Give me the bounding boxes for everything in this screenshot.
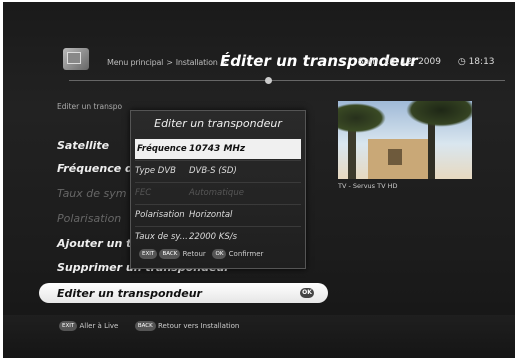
preview-channel-name: TV - Servus TV HD [338,182,398,190]
field-frequency[interactable]: Fréquence 10743 MHz [135,139,301,159]
exit-key-icon[interactable]: EXIT [139,249,158,259]
ok-key-icon: OK [300,288,314,298]
bottom-hint-bar: EXIT Aller à Live BACK Retour vers Insta… [3,315,515,358]
menu-item-frequency[interactable]: Fréquence d [57,162,133,175]
preview-palm-fronds [406,101,472,127]
time-text: 18:13 [468,57,495,67]
tv-screen: Menu principal > Installation > Éditer un t… [3,2,515,358]
header-divider [69,80,505,81]
confirm-hint-label: Confirmer [228,250,264,258]
date-time: Sam. 26. 12. 2009 ◷ 18:13 [358,57,495,67]
breadcrumb-item-installation[interactable]: Installation [176,58,218,67]
field-value: DVB-S (SD) [189,166,237,176]
field-polarisation[interactable]: Polarisation Horizontal [135,205,301,225]
ok-key-icon[interactable]: OK [212,249,227,259]
field-label: FEC [135,188,152,198]
field-value: 10743 MHz [189,144,246,154]
field-symbol-rate[interactable]: Taux de sy... 22000 KS/s [135,227,301,247]
field-label: Fréquence [137,144,187,154]
breadcrumb-item-main-menu[interactable]: Menu principal [107,58,163,67]
bottom-hints: EXIT Aller à Live BACK Retour vers Insta… [59,321,239,331]
menu-item-label: Editer un transpondeur [57,287,202,300]
exit-hint-label: Aller à Live [79,322,119,330]
clock-icon: ◷ [457,57,466,67]
back-key-icon[interactable]: BACK [134,321,156,331]
breadcrumb: Menu principal > Installation > [107,58,230,67]
header: Menu principal > Installation > Éditer un t… [63,48,505,76]
header-indicator-dot [265,77,272,84]
menu-item-symbol-rate: Taux de sym [57,187,127,200]
field-value: 22000 KS/s [189,232,238,242]
menu-item-polarisation: Polarisation [57,212,122,225]
field-value: Horizontal [189,210,233,220]
field-label: Polarisation [135,210,185,220]
field-label: Type DVB [135,166,177,176]
field-value: Automatique [189,188,244,198]
breadcrumb-separator: > [166,58,173,67]
field-fec: FEC Automatique [135,183,301,203]
menu-item-edit-transponder[interactable]: Editer un transpondeur OK [39,283,328,303]
menu-item-satellite[interactable]: Satellite [57,139,109,152]
back-key-icon[interactable]: BACK [159,249,181,259]
back-hint-label: Retour vers Installation [157,322,240,330]
list-subtitle: Editer un transpo [57,102,123,111]
date-text: Sam. 26. 12. 2009 [358,57,441,67]
dialog-footer: EXIT BACK Retour OK Confirmer [131,249,305,259]
exit-key-icon[interactable]: EXIT [59,321,78,331]
edit-transponder-dialog: Editer un transpondeur Fréquence 10743 M… [130,110,306,269]
dialog-title: Editer un transpondeur [154,117,282,130]
preview-house [368,139,428,179]
preview-palm-fronds [338,103,386,133]
channel-preview [338,101,472,179]
back-hint-label: Retour [182,250,206,258]
menu-item-add-transponder[interactable]: Ajouter un t [57,237,131,250]
field-dvb-type[interactable]: Type DVB DVB-S (SD) [135,161,301,181]
field-label: Taux de sy... [135,232,188,242]
settings-app-icon [63,48,89,70]
